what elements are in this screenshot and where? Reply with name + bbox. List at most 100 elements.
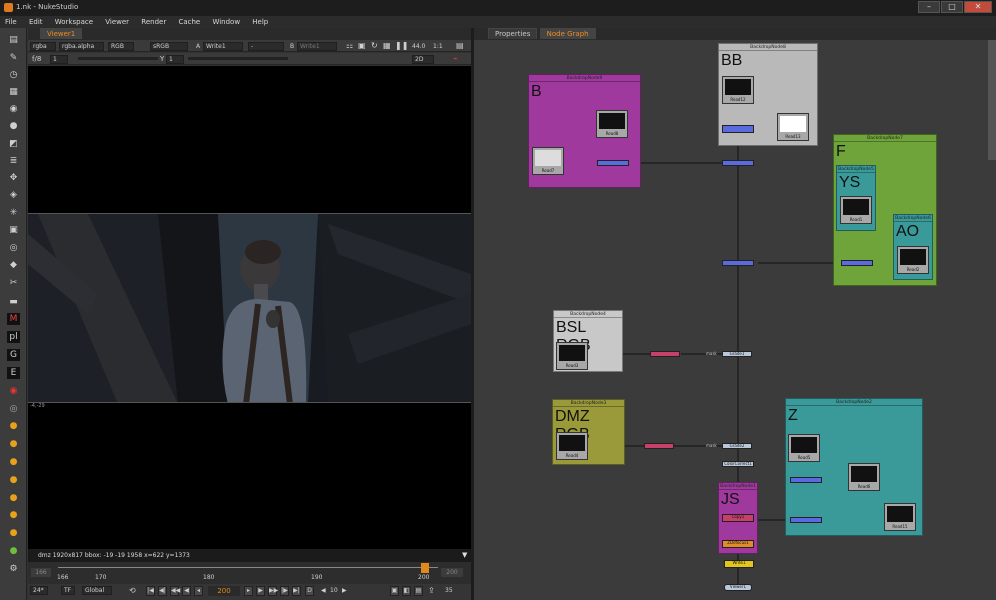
composite-select[interactable]: -: [248, 42, 284, 51]
menu-edit[interactable]: Edit: [24, 16, 48, 28]
step-back-button[interactable]: ◀◀: [170, 586, 180, 596]
status-menu-icon[interactable]: ▼: [462, 551, 467, 559]
loop-icon[interactable]: ⟲: [129, 586, 136, 595]
merge-node-bb[interactable]: [722, 125, 754, 133]
roi-icon[interactable]: ⌁: [453, 54, 458, 63]
cache-button[interactable]: ▣: [390, 586, 399, 596]
node-graph-canvas[interactable]: BackdropNode9 B Read8 Read7 BackdropNode…: [474, 40, 996, 600]
orange-plugin-icon-7[interactable]: ●: [7, 527, 20, 539]
ratio-value[interactable]: 1:1: [433, 43, 443, 50]
color-icon[interactable]: ◉: [7, 103, 20, 115]
merge-node-z-1[interactable]: [790, 477, 822, 483]
read-node-read4[interactable]: Read4: [556, 432, 588, 460]
graph-scrollbar[interactable]: [988, 40, 996, 160]
close-button[interactable]: ✕: [964, 1, 992, 13]
display-select[interactable]: RGB: [108, 42, 134, 51]
copy1-node[interactable]: Copy1: [722, 514, 754, 522]
merge-icon[interactable]: ≣: [7, 155, 20, 167]
other-icon[interactable]: ▬: [7, 296, 20, 308]
wipe-icon[interactable]: ⚏: [346, 41, 353, 50]
grade2-node[interactable]: Grade2: [722, 443, 752, 449]
refresh-icon[interactable]: ↻: [371, 41, 378, 50]
shuffle-node-dmz[interactable]: [644, 443, 674, 449]
monitor-button[interactable]: ▤: [414, 586, 423, 596]
read-node-read15[interactable]: Read15: [884, 503, 916, 531]
read-node-read8[interactable]: Read8: [596, 110, 628, 138]
image-icon[interactable]: ▣: [358, 41, 366, 50]
red-plugin-icon[interactable]: ◉: [7, 385, 20, 397]
viewer1-node[interactable]: Viewer1: [724, 584, 752, 591]
merge-node-z-2[interactable]: [790, 517, 822, 523]
current-frame-field[interactable]: 200: [208, 586, 240, 596]
step-forward-button[interactable]: ▶▶: [268, 586, 278, 596]
gain-field[interactable]: 1: [50, 55, 68, 64]
playhead[interactable]: [421, 563, 429, 573]
zdefocus-node[interactable]: ZDefocus1: [722, 540, 754, 548]
merge-node-b[interactable]: [597, 160, 629, 166]
viewer-settings-icon[interactable]: ▤: [456, 41, 464, 50]
menu-render[interactable]: Render: [136, 16, 171, 28]
step-right-icon[interactable]: ▶: [342, 587, 347, 594]
range-scope-select[interactable]: Global: [82, 586, 112, 595]
menu-cache[interactable]: Cache: [173, 16, 205, 28]
menu-window[interactable]: Window: [207, 16, 245, 28]
green-plugin-icon[interactable]: ●: [7, 545, 20, 557]
read-node-read2[interactable]: Read2: [897, 246, 929, 274]
channels-select[interactable]: rgba: [30, 42, 56, 51]
next-keyframe-button[interactable]: |▶: [280, 586, 289, 596]
merge-node-main-2[interactable]: [722, 260, 754, 266]
image-tools-icon[interactable]: ▤: [7, 34, 20, 46]
grade1-node[interactable]: Grade1: [722, 351, 752, 357]
menu-file[interactable]: File: [0, 16, 22, 28]
timeline-end[interactable]: 200: [441, 568, 463, 577]
read-node-read1[interactable]: Read1: [840, 196, 872, 224]
read-node-read12[interactable]: Read12: [722, 76, 754, 104]
gamma-slider[interactable]: [188, 57, 288, 60]
range-button[interactable]: D: [305, 586, 314, 596]
read-node-read3[interactable]: Read3: [556, 342, 588, 370]
gamma-field[interactable]: 1: [166, 55, 184, 64]
read-node-read13[interactable]: Read13: [777, 113, 809, 141]
tf-select[interactable]: TF: [61, 586, 75, 595]
fps-select[interactable]: 24*: [30, 586, 48, 595]
zoom-value[interactable]: 44.0: [412, 43, 425, 50]
colorspace-select[interactable]: sRGB: [150, 42, 188, 51]
g-plugin-icon[interactable]: G: [7, 349, 20, 361]
channel-icon[interactable]: ▦: [7, 86, 20, 98]
play-back-button[interactable]: ◀: [182, 586, 191, 596]
proxy-button[interactable]: ◧: [402, 586, 411, 596]
view-mode-select[interactable]: 2D: [412, 55, 434, 64]
grey-plugin-icon[interactable]: ◎: [7, 403, 20, 415]
step-value[interactable]: 10: [330, 587, 338, 594]
play-button[interactable]: ▶: [256, 586, 265, 596]
particles-icon[interactable]: ✳: [7, 207, 20, 219]
tab-viewer1[interactable]: Viewer1: [40, 28, 83, 39]
merge-node-f[interactable]: [841, 260, 873, 266]
read-node-read7[interactable]: Read7: [532, 147, 564, 175]
forward-one-button[interactable]: ▸: [244, 586, 253, 596]
grid-icon[interactable]: ▦: [383, 41, 391, 50]
orange-plugin-icon-2[interactable]: ●: [7, 438, 20, 450]
export-icon[interactable]: ⇪: [428, 586, 435, 595]
colorcorrect-node[interactable]: ColorCorrect1: [722, 461, 754, 467]
menu-help[interactable]: Help: [247, 16, 273, 28]
orange-plugin-icon-6[interactable]: ●: [7, 509, 20, 521]
orange-plugin-icon-3[interactable]: ●: [7, 456, 20, 468]
metadata-icon[interactable]: ◆: [7, 259, 20, 271]
menu-workspace[interactable]: Workspace: [50, 16, 98, 28]
back-one-button[interactable]: ◂: [194, 586, 203, 596]
timeline[interactable]: 166 166 170 180 190 200 200: [28, 562, 471, 584]
m-plugin-icon[interactable]: M: [7, 313, 20, 325]
merge-node-main-1[interactable]: [722, 160, 754, 166]
step-left-icon[interactable]: ◀: [321, 587, 326, 594]
tab-node-graph[interactable]: Node Graph: [539, 28, 596, 39]
keyer-icon[interactable]: ◩: [7, 138, 20, 150]
time-icon[interactable]: ◷: [7, 69, 20, 81]
views-icon[interactable]: ◎: [7, 242, 20, 254]
alpha-select[interactable]: rgba.alpha: [59, 42, 104, 51]
transform-icon[interactable]: ✥: [7, 172, 20, 184]
orange-plugin-icon-5[interactable]: ●: [7, 492, 20, 504]
e-plugin-icon[interactable]: E: [7, 367, 20, 379]
read-node-read6[interactable]: Read6: [848, 463, 880, 491]
menu-viewer[interactable]: Viewer: [100, 16, 134, 28]
